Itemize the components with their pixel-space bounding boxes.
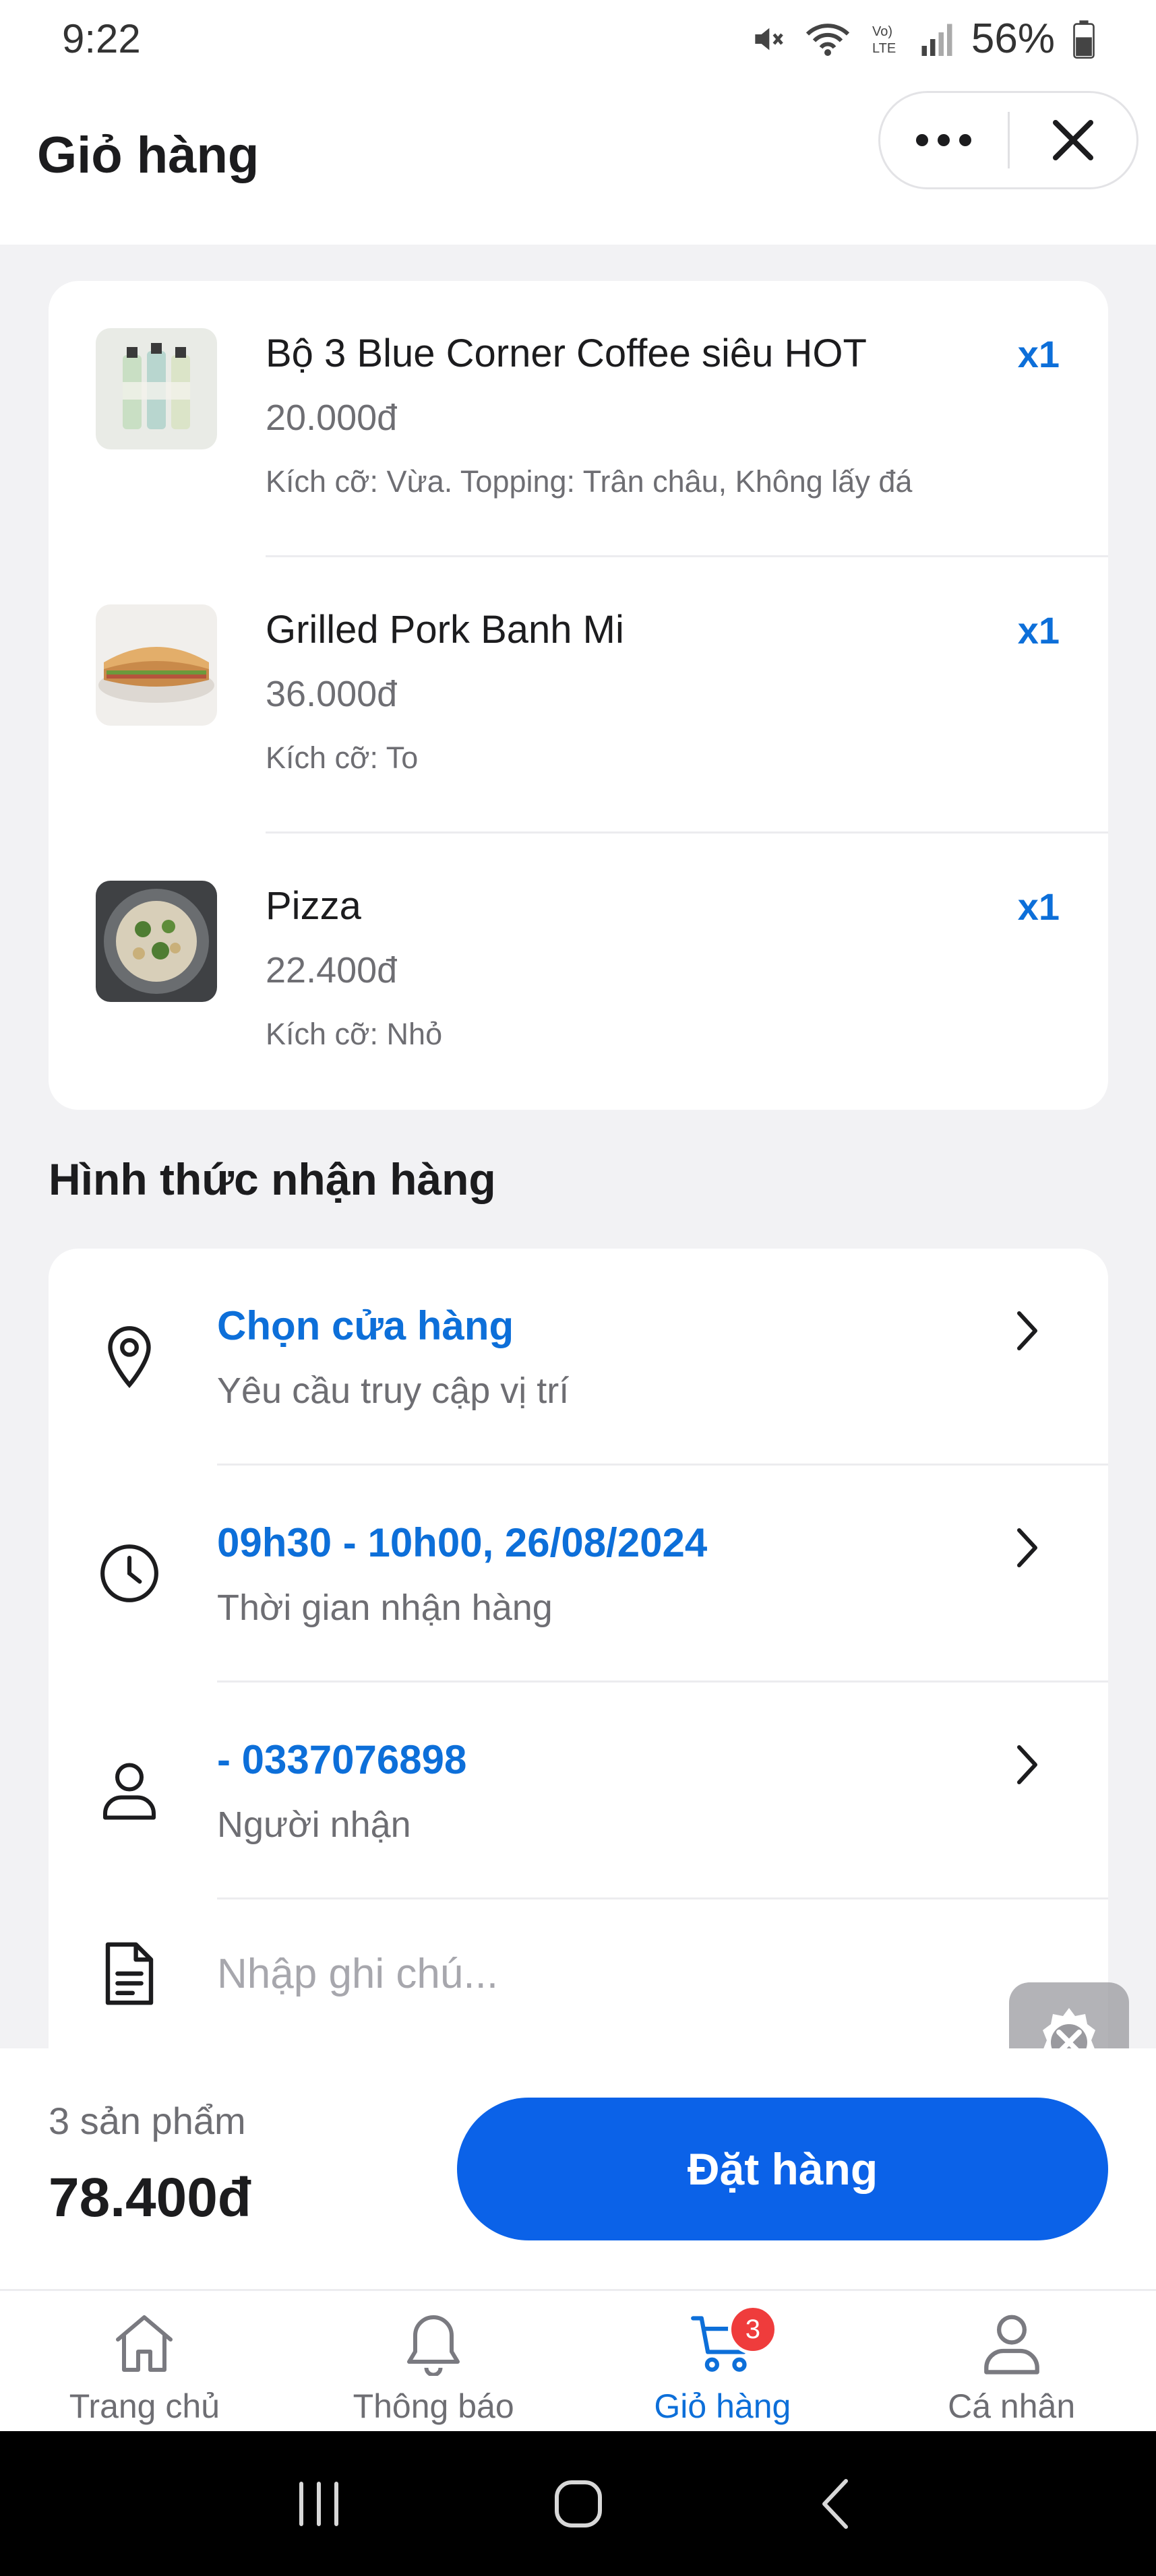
store-selector-hint: Yêu cầu truy cập vị trí (217, 1371, 570, 1411)
tab-cart[interactable]: 3 Giỏ hàng (578, 2291, 868, 2431)
item-price: 22.400đ (266, 950, 398, 991)
document-icon (96, 1940, 163, 2007)
more-options-button[interactable] (880, 93, 1008, 187)
note-row (49, 1899, 1108, 2057)
bell-icon (403, 2310, 464, 2377)
pickup-time-label: Thời gian nhận hàng (217, 1588, 553, 1628)
place-order-button[interactable]: Đặt hàng (457, 2098, 1108, 2240)
item-name: Bộ 3 Blue Corner Coffee siêu HOT (266, 332, 867, 375)
recipient-label: Người nhận (217, 1804, 411, 1845)
person-icon (96, 1757, 163, 1824)
status-time: 9:22 (62, 16, 141, 61)
svg-text:Vo): Vo) (872, 24, 892, 39)
item-price: 20.000đ (266, 398, 398, 438)
cart-count-badge: 3 (727, 2304, 778, 2354)
tab-profile[interactable]: Cá nhân (867, 2291, 1156, 2431)
pizza-thumbnail (96, 881, 217, 1002)
home-nav-icon[interactable] (551, 2477, 605, 2531)
cart-items-card: Bộ 3 Blue Corner Coffee siêu HOT 20.000đ… (49, 281, 1108, 1110)
cart-item[interactable]: Grilled Pork Banh Mi 36.000đ Kích cỡ: To… (49, 557, 1108, 834)
item-price: 36.000đ (266, 674, 398, 714)
item-name: Grilled Pork Banh Mi (266, 608, 624, 652)
page-title: Giỏ hàng (37, 127, 260, 184)
pickup-time-value: 09h30 - 10h00, 26/08/2024 (217, 1520, 708, 1565)
tab-label: Giỏ hàng (654, 2387, 791, 2425)
mini-app-capsule (878, 91, 1138, 189)
checkout-bar: 3 sản phẩm 78.400đ Đặt hàng (0, 2048, 1156, 2291)
recipient-phone: - 0337076898 (217, 1737, 467, 1782)
coffee-bottles-thumbnail (96, 328, 217, 449)
chevron-right-icon (1007, 1304, 1047, 1358)
back-nav-icon[interactable] (811, 2477, 865, 2531)
status-bar: 9:22 Vo) LTE 56% (0, 0, 1156, 77)
recent-apps-icon[interactable] (292, 2477, 346, 2531)
battery-icon (1073, 20, 1095, 59)
page-header: Giỏ hàng (0, 77, 1156, 245)
cart-item[interactable]: Bộ 3 Blue Corner Coffee siêu HOT 20.000đ… (49, 281, 1108, 557)
more-dots-icon (916, 134, 972, 146)
tab-home[interactable]: Trang chủ (0, 2291, 289, 2431)
recipient-row[interactable]: - 0337076898 Người nhận (49, 1683, 1108, 1899)
cart-item[interactable]: Pizza 22.400đ Kích cỡ: Nhỏ x1 (49, 834, 1108, 1110)
wifi-icon (805, 23, 850, 56)
status-icons: Vo) LTE 56% (749, 15, 1095, 63)
store-selector-label: Chọn cửa hàng (217, 1303, 514, 1348)
svg-text:LTE: LTE (872, 41, 896, 56)
item-quantity: x1 (1017, 885, 1060, 928)
item-options: Kích cỡ: Vừa. Topping: Trân châu, Không … (266, 464, 913, 499)
cart-icon: 3 (689, 2304, 778, 2377)
order-total: 78.400đ (49, 2167, 251, 2228)
store-selector-row[interactable]: Chọn cửa hàng Yêu cầu truy cập vị trí (49, 1249, 1108, 1466)
banh-mi-thumbnail (96, 604, 217, 726)
pickup-time-row[interactable]: 09h30 - 10h00, 26/08/2024 Thời gian nhận… (49, 1466, 1108, 1683)
item-options: Kích cỡ: To (266, 741, 419, 775)
tab-label: Thông báo (353, 2387, 514, 2425)
item-name: Pizza (266, 884, 361, 928)
chevron-right-icon (1007, 1738, 1047, 1792)
battery-level: 56% (971, 15, 1055, 62)
home-icon (112, 2310, 177, 2377)
profile-icon (982, 2310, 1041, 2377)
item-options: Kích cỡ: Nhỏ (266, 1017, 443, 1051)
clock-icon (96, 1540, 163, 1607)
tab-notifications[interactable]: Thông báo (289, 2291, 578, 2431)
item-quantity: x1 (1017, 609, 1060, 652)
note-input[interactable] (217, 1933, 1026, 2014)
item-quantity: x1 (1017, 333, 1060, 375)
tab-label: Trang chủ (69, 2387, 220, 2425)
volte-icon: Vo) LTE (872, 24, 896, 56)
delivery-section-title: Hình thức nhận hàng (49, 1154, 496, 1204)
location-pin-icon (96, 1323, 163, 1391)
bottom-tab-bar: Trang chủ Thông báo 3 Giỏ hàng Cá nhân (0, 2291, 1156, 2431)
signal-icon (921, 24, 952, 56)
chevron-right-icon (1007, 1521, 1047, 1575)
close-button[interactable] (1010, 93, 1137, 187)
system-nav-bar (0, 2431, 1156, 2576)
close-icon (1052, 120, 1093, 160)
product-count: 3 sản phẩm (49, 2100, 246, 2142)
mute-icon (755, 28, 783, 50)
delivery-card: Chọn cửa hàng Yêu cầu truy cập vị trí 09… (49, 1249, 1108, 2057)
tab-label: Cá nhân (948, 2387, 1076, 2425)
